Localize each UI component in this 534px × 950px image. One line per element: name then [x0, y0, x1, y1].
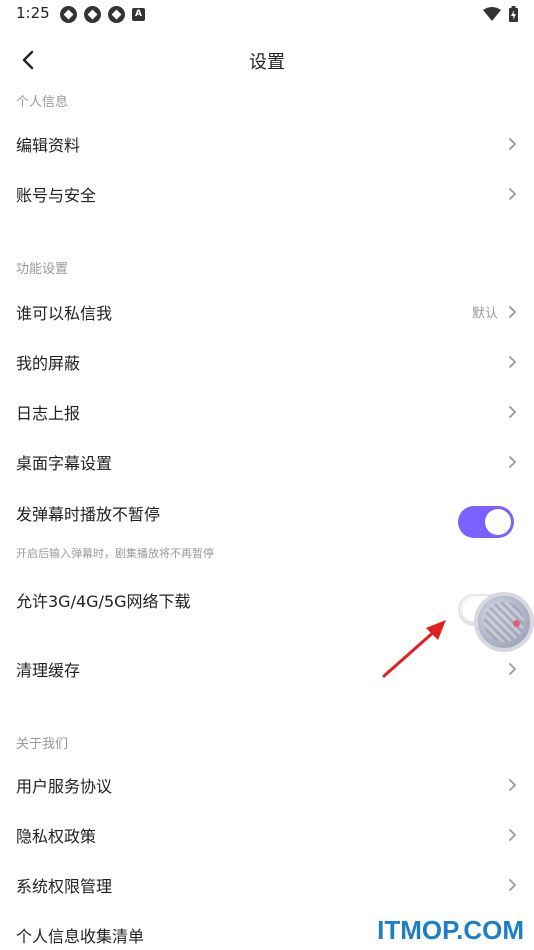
row-label: 编辑资料: [16, 136, 81, 155]
section-title-about: 关于我们: [16, 737, 69, 752]
row-log-report[interactable]: 日志上报: [0, 387, 534, 437]
chevron-right-icon: [509, 879, 517, 891]
wifi-icon: [483, 6, 501, 21]
floating-avatar-bubble[interactable]: [474, 592, 534, 652]
annotation-arrow-icon: [382, 620, 446, 678]
row-label: 谁可以私信我: [16, 304, 113, 323]
app-notification-icon: [108, 6, 125, 23]
section-title-features: 功能设置: [16, 262, 69, 277]
danmaku-toggle-label: 发弹幕时播放不暂停: [16, 505, 161, 524]
notification-icons: A: [60, 6, 145, 23]
chevron-right-icon: [509, 779, 517, 791]
row-value: 默认: [471, 306, 498, 322]
row-account-security[interactable]: 账号与安全: [0, 169, 534, 219]
avatar-dot: [513, 620, 520, 627]
row-label: 用户服务协议: [16, 777, 113, 796]
row-label: 清理缓存: [16, 661, 81, 680]
battery-icon: [509, 6, 518, 22]
status-bar: 1:25 A: [0, 0, 534, 30]
row-privacy-policy[interactable]: 隐私权政策: [0, 810, 534, 860]
chevron-right-icon: [509, 188, 517, 200]
chevron-right-icon: [509, 456, 517, 468]
row-desktop-subtitles[interactable]: 桌面字幕设置: [0, 437, 534, 487]
app-notification-icon: [84, 6, 101, 23]
row-label: 日志上报: [16, 404, 81, 423]
watermark-logo: ITMOP.COM: [377, 915, 524, 945]
page-title: 设置: [249, 52, 285, 73]
row-label: 隐私权政策: [16, 827, 97, 846]
row-label: 系统权限管理: [16, 877, 113, 896]
row-my-blocks[interactable]: 我的屏蔽: [0, 337, 534, 387]
status-time: 1:25: [16, 4, 50, 22]
row-label: 账号与安全: [16, 186, 97, 205]
row-who-can-message[interactable]: 谁可以私信我 默认: [0, 287, 534, 337]
chevron-right-icon: [509, 663, 517, 675]
row-system-permissions[interactable]: 系统权限管理: [0, 860, 534, 910]
row-label: 个人信息收集清单: [16, 927, 145, 946]
mobile-download-label: 允许3G/4G/5G网络下载: [16, 592, 191, 611]
chevron-right-icon: [509, 829, 517, 841]
row-label: 桌面字幕设置: [16, 454, 113, 473]
row-user-agreement[interactable]: 用户服务协议: [0, 760, 534, 810]
danmaku-toggle-subtitle: 开启后输入弹幕时，剧集播放将不再暂停: [16, 547, 214, 560]
chevron-right-icon: [509, 356, 517, 368]
a-notification-icon: A: [132, 8, 145, 21]
chevron-right-icon: [509, 138, 517, 150]
row-edit-profile[interactable]: 编辑资料: [0, 119, 534, 169]
chevron-right-icon: [509, 306, 517, 318]
row-label: 我的屏蔽: [16, 354, 81, 373]
system-icons: [483, 6, 518, 22]
danmaku-toggle[interactable]: [458, 506, 514, 538]
chevron-right-icon: [509, 406, 517, 418]
app-notification-icon: [60, 6, 77, 23]
toggle-knob: [485, 509, 511, 535]
section-title-personal: 个人信息: [16, 95, 69, 110]
app-header: 设置: [0, 38, 534, 82]
